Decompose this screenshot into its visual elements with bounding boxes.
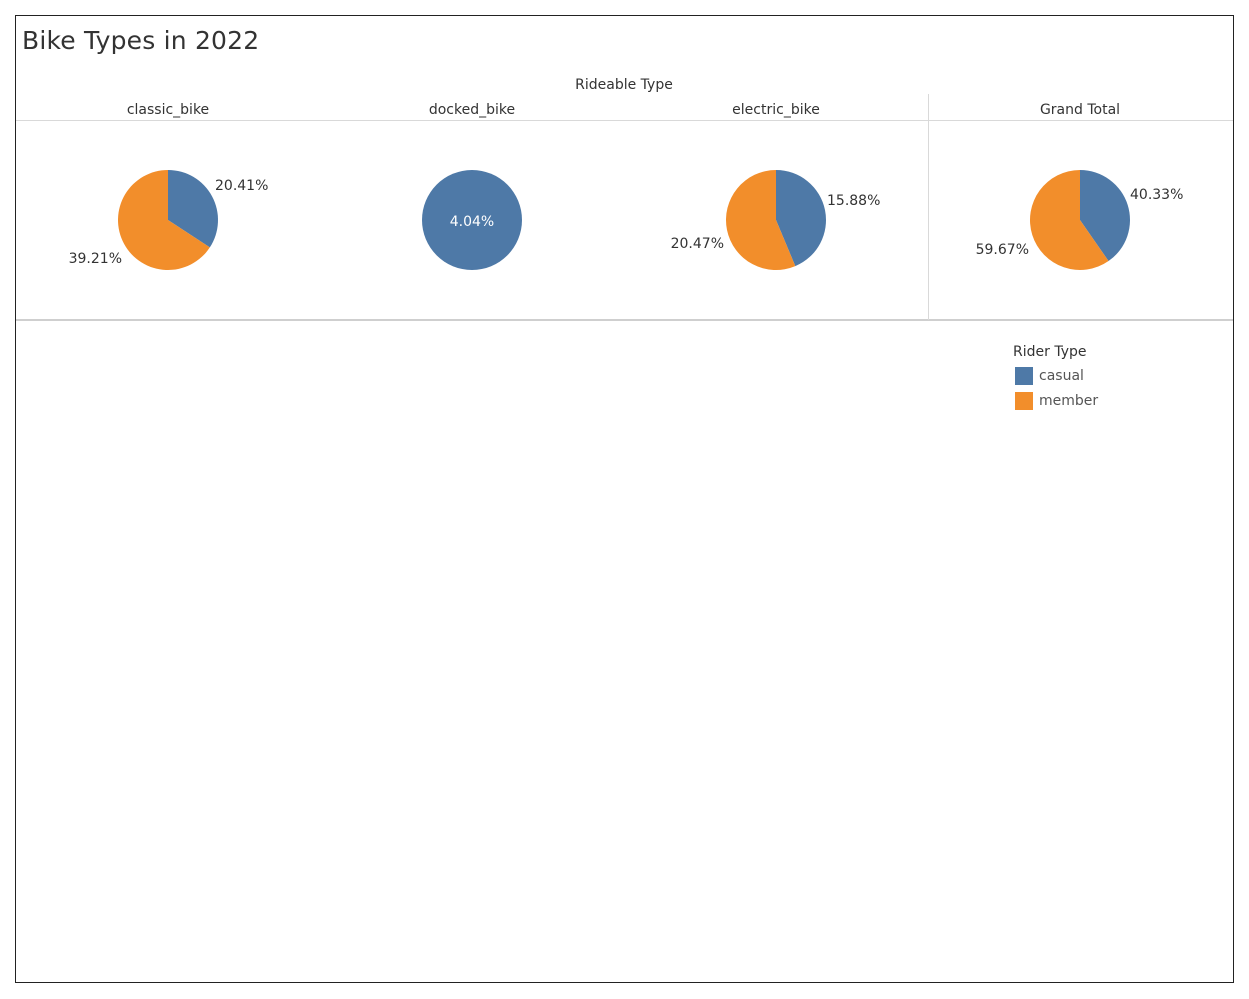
panel-header-grand-total: Grand Total: [1040, 102, 1120, 118]
legend-swatch-member: [1015, 391, 1033, 410]
data-label-classic_bike-casual: 20.41%: [215, 178, 268, 194]
data-label-electric_bike-member: 20.47%: [671, 236, 724, 252]
column-header-title: Rideable Type: [575, 77, 673, 93]
data-label-grand-total-casual: 40.33%: [1130, 187, 1183, 203]
panel-header-electric_bike: electric_bike: [732, 102, 820, 118]
panel-header-classic_bike: classic_bike: [127, 102, 209, 118]
legend-item-member[interactable]: member: [1013, 388, 1098, 413]
legend: Rider Type casual member: [1013, 344, 1098, 413]
data-label-docked_bike-casual: 4.04%: [450, 214, 494, 230]
legend-label-member: member: [1039, 392, 1099, 409]
legend-swatch-casual: [1015, 366, 1033, 385]
pie-chart-grid: Rideable Type classic_bike 20.41% 39.21% do…: [16, 77, 1233, 321]
legend-label-casual: casual: [1039, 367, 1084, 384]
data-label-grand-total-member: 59.67%: [976, 242, 1029, 258]
legend-title: Rider Type: [1013, 344, 1087, 360]
legend-item-casual[interactable]: casual: [1013, 363, 1098, 388]
data-label-classic_bike-member: 39.21%: [69, 251, 122, 267]
data-label-electric_bike-casual: 15.88%: [827, 193, 880, 209]
panel-header-docked_bike: docked_bike: [429, 102, 515, 118]
